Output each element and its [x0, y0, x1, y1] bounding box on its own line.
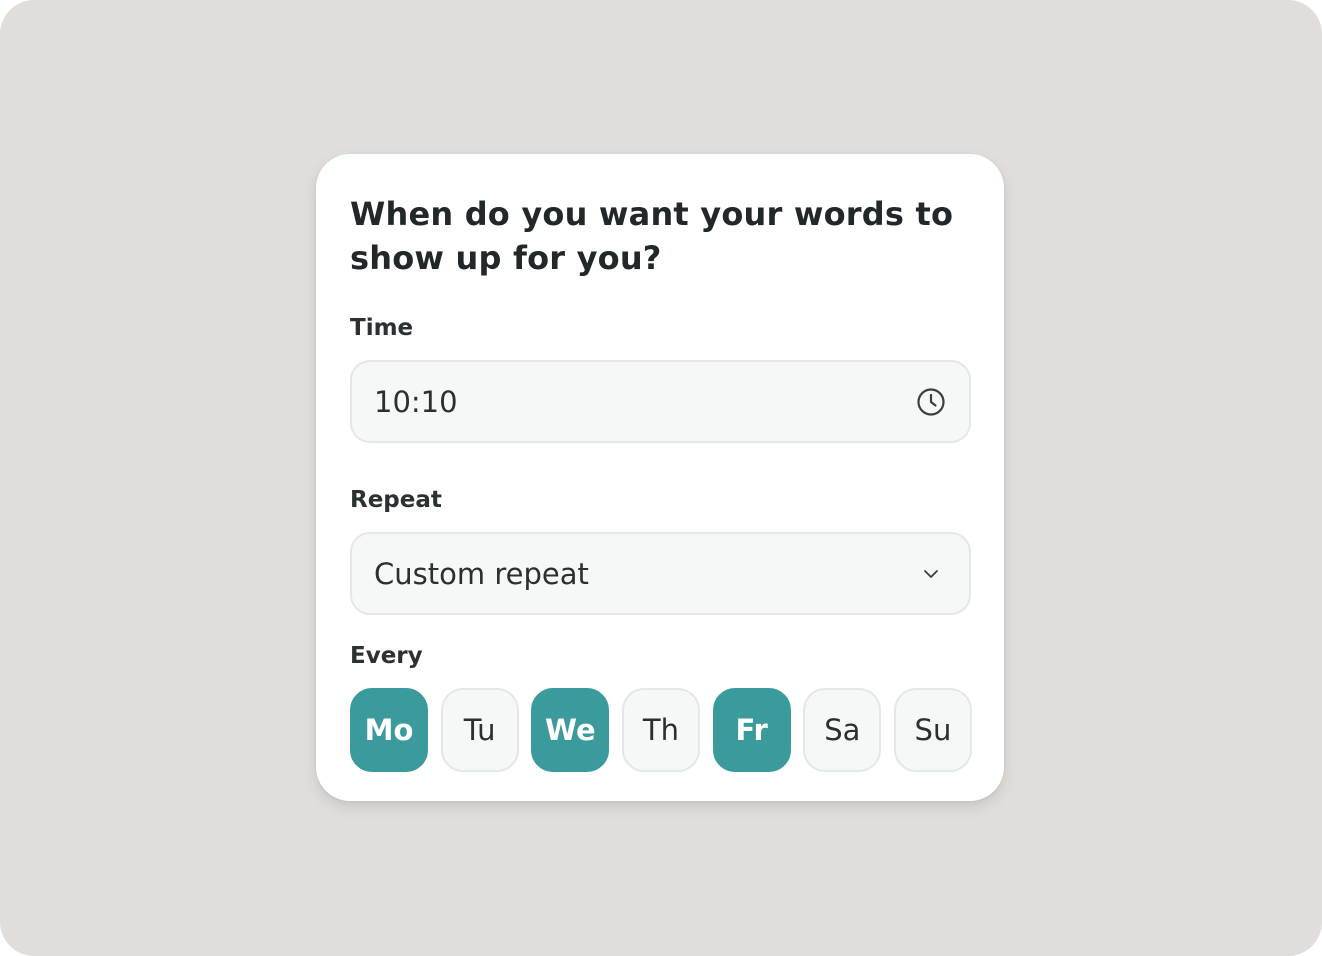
- clock-icon[interactable]: [915, 386, 947, 418]
- time-label: Time: [350, 315, 414, 341]
- day-toggle-tu[interactable]: Tu: [440, 688, 519, 772]
- schedule-card: When do you want your words to show up f…: [316, 154, 1004, 801]
- day-toggle-mo[interactable]: Mo: [350, 688, 428, 772]
- every-label: Every: [350, 643, 423, 669]
- day-toggle-sa[interactable]: Sa: [803, 688, 882, 772]
- repeat-value: Custom repeat: [374, 556, 589, 591]
- time-field[interactable]: 10:10: [350, 360, 971, 443]
- day-toggle-we[interactable]: We: [531, 688, 610, 772]
- day-toggle-fr[interactable]: Fr: [712, 688, 791, 772]
- time-value: 10:10: [374, 384, 458, 419]
- repeat-select[interactable]: Custom repeat: [350, 532, 971, 615]
- card-title: When do you want your words to show up f…: [350, 195, 954, 277]
- day-toggle-th[interactable]: Th: [621, 688, 700, 772]
- repeat-label: Repeat: [350, 487, 442, 513]
- chevron-down-icon: [915, 558, 947, 590]
- day-toggle-su[interactable]: Su: [893, 688, 972, 772]
- weekday-picker: Mo Tu We Th Fr Sa Su: [350, 688, 972, 772]
